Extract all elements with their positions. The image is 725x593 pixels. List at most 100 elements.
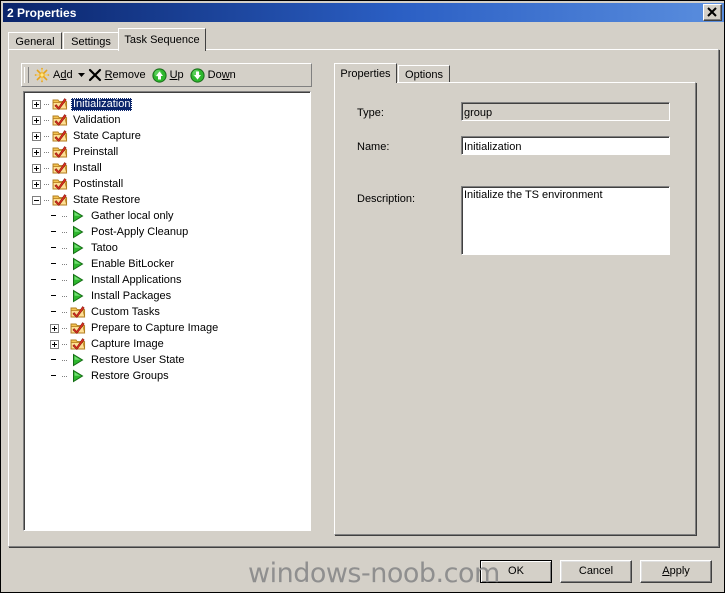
tree-node[interactable]: State Restore — [24, 192, 310, 208]
tree-indent-spacer — [50, 244, 59, 253]
folder-check-icon — [70, 306, 86, 319]
tree-node[interactable]: Restore User State — [24, 352, 310, 368]
tree-connector — [62, 359, 68, 361]
expand-icon[interactable] — [32, 99, 41, 109]
window-title: 2 Properties — [7, 5, 77, 20]
tree-connector — [62, 375, 68, 377]
arrow-up-circle-icon — [151, 67, 167, 83]
expand-icon[interactable] — [32, 131, 41, 141]
tree-node-label: Gather local only — [91, 209, 174, 222]
tree-node[interactable]: Postinstall — [24, 176, 310, 192]
ok-button[interactable]: OK — [480, 560, 552, 583]
starburst-icon — [34, 67, 50, 83]
tree-node[interactable]: Install — [24, 160, 310, 176]
tree-connector — [62, 215, 68, 217]
tree-root: Initialization Validation State Capture Pre… — [24, 92, 310, 384]
tree-node[interactable]: Restore Groups — [24, 368, 310, 384]
type-label: Type: — [357, 107, 384, 119]
down-button[interactable]: Down — [188, 65, 240, 85]
tree-connector — [44, 199, 50, 201]
tree-node-label: Install — [73, 161, 102, 174]
add-dropdown-button[interactable] — [77, 65, 86, 85]
arrow-down-circle-icon — [190, 67, 205, 83]
expand-icon[interactable] — [32, 147, 41, 157]
expand-icon[interactable] — [32, 115, 41, 125]
step-icon — [70, 352, 86, 368]
step-icon — [70, 256, 86, 272]
main-tabstrip: General Settings Task Sequence — [8, 28, 719, 51]
folder-check-icon — [52, 162, 68, 175]
tree-connector — [44, 103, 50, 105]
tree-node-label: Post-Apply Cleanup — [91, 225, 189, 238]
properties-window: 2 Properties General Settings Task Seque… — [0, 0, 725, 593]
name-field[interactable] — [461, 136, 670, 155]
expand-icon[interactable] — [50, 339, 59, 349]
tree-node[interactable]: State Capture — [24, 128, 310, 144]
collapse-icon[interactable] — [32, 195, 41, 205]
cancel-button[interactable]: Cancel — [560, 560, 632, 583]
tab-options[interactable]: Options — [398, 65, 450, 83]
tab-task-sequence[interactable]: Task Sequence — [118, 28, 206, 51]
step-icon — [70, 288, 86, 304]
tree-node[interactable]: Post-Apply Cleanup — [24, 224, 310, 240]
tree-node[interactable]: Validation — [24, 112, 310, 128]
tree-node[interactable]: Enable BitLocker — [24, 256, 310, 272]
name-label: Name: — [357, 141, 390, 153]
tree-connector — [62, 311, 68, 313]
step-icon — [70, 208, 86, 224]
apply-button[interactable]: Apply — [640, 560, 712, 583]
watermark: windows-noob.com — [248, 558, 500, 589]
title-bar: 2 Properties — [3, 3, 724, 22]
close-icon — [707, 7, 717, 17]
tree-node[interactable]: Custom Tasks — [24, 304, 310, 320]
tree-connector — [62, 247, 68, 249]
tree-node[interactable]: Install Applications — [24, 272, 310, 288]
tree-indent-spacer — [50, 292, 59, 301]
details-tabstrip: Properties Options — [334, 63, 696, 83]
folder-check-icon — [52, 114, 68, 127]
tree-connector — [44, 183, 50, 185]
expand-icon[interactable] — [50, 323, 59, 333]
tree-connector — [44, 135, 50, 137]
up-button[interactable]: Up — [150, 65, 188, 85]
folder-check-icon — [70, 338, 86, 351]
play-step-icon — [73, 289, 84, 303]
tree-node[interactable]: Initialization — [24, 96, 310, 112]
folder-check-icon — [70, 322, 86, 335]
tab-settings[interactable]: Settings — [63, 32, 119, 50]
tree-node[interactable]: Preinstall — [24, 144, 310, 160]
expand-icon[interactable] — [32, 179, 41, 189]
tree-connector — [44, 151, 50, 153]
editor-toolbar: Add Remove Up Down — [21, 63, 312, 87]
down-label: Down — [207, 69, 236, 81]
tree-node-label: Capture Image — [91, 337, 164, 350]
remove-label: Remove — [104, 69, 146, 81]
tree-node[interactable]: Prepare to Capture Image — [24, 320, 310, 336]
tree-node[interactable]: Capture Image — [24, 336, 310, 352]
remove-button[interactable]: Remove — [86, 65, 150, 85]
step-icon — [70, 224, 86, 240]
tree-connector — [44, 167, 50, 169]
tree-node-label: Install Packages — [91, 289, 172, 302]
tree-connector — [62, 295, 68, 297]
tab-properties[interactable]: Properties — [334, 63, 397, 83]
tree-node[interactable]: Install Packages — [24, 288, 310, 304]
group-icon — [52, 192, 68, 208]
expand-icon[interactable] — [32, 163, 41, 173]
play-step-icon — [73, 209, 84, 223]
close-button[interactable] — [703, 4, 722, 21]
tree-indent-spacer — [50, 212, 59, 221]
apply-label-rest: pply — [669, 565, 690, 577]
tree-connector — [62, 279, 68, 281]
tree-node-label: State Restore — [73, 193, 141, 206]
tree-node[interactable]: Gather local only — [24, 208, 310, 224]
add-label: Add — [53, 69, 73, 81]
play-step-icon — [73, 273, 84, 287]
description-field[interactable] — [461, 186, 670, 255]
tab-general[interactable]: General — [8, 32, 62, 50]
tree-indent-spacer — [50, 276, 59, 285]
tree-connector — [62, 343, 68, 345]
tree-node[interactable]: Tatoo — [24, 240, 310, 256]
task-sequence-tree[interactable]: Initialization Validation State Capture Pre… — [23, 91, 311, 531]
add-button[interactable]: Add — [32, 65, 77, 85]
